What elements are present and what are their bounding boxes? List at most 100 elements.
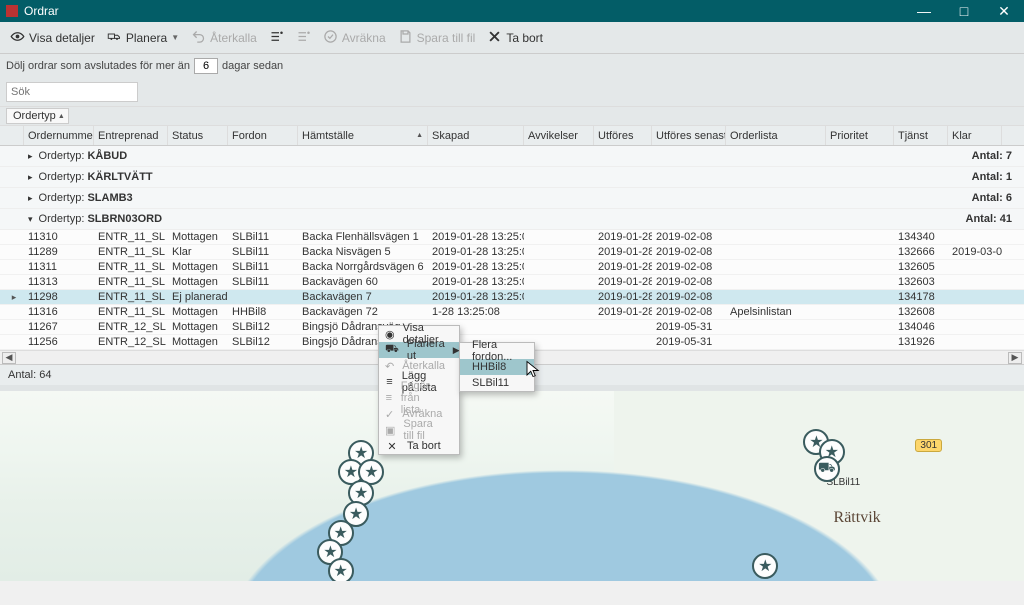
toolbar-tabort[interactable]: Ta bort [487, 29, 543, 47]
cell-status: Klar [168, 246, 228, 258]
cell-tjanst: 134340 [894, 231, 948, 243]
cell-tjanst: 132605 [894, 261, 948, 273]
cell-tjanst: 132603 [894, 276, 948, 288]
city-label: Rättvik [834, 509, 881, 527]
filter-prefix: Dölj ordrar som avslutades för mer än [6, 60, 190, 72]
group-karltvatt[interactable]: Ordertyp: KÄRLTVÄTT Antal: 1 [0, 167, 1024, 188]
chevron-down-icon: ▼ [171, 33, 179, 42]
group-kabud[interactable]: Ordertyp: KÅBUD Antal: 7 [0, 146, 1024, 167]
menu-planera-ut[interactable]: ⛟ Planera ut ▶ [379, 342, 459, 358]
col-entreprenad[interactable]: Entreprenad [94, 126, 168, 145]
filter-suffix: dagar sedan [222, 60, 283, 72]
cell-hamtstalle: Backa Flenhällsvägen 1 [298, 231, 428, 243]
cell-utfores-senast: 2019-02-08 [652, 276, 726, 288]
cell-tjanst: 134178 [894, 291, 948, 303]
main-toolbar: Visa detaljer Planera ▼ Återkalla Avräkn… [0, 22, 1024, 54]
table-row[interactable]: 11289ENTR_11_SLKlarSLBil11Backa Nisvägen… [0, 245, 1024, 260]
groupby-bar[interactable]: Ordertyp [0, 106, 1024, 126]
app-icon [6, 5, 18, 17]
close-button[interactable]: ✕ [984, 0, 1024, 22]
search-input[interactable] [6, 82, 138, 102]
submenu-hhbil8[interactable]: HHBil8 [460, 359, 534, 375]
cell-status: Mottagen [168, 321, 228, 333]
cell-hamtstalle: Backa Norrgårdsvägen 6 [298, 261, 428, 273]
table-row[interactable]: 11267ENTR_12_SLMottagenSLBil12Bingsjö Då… [0, 320, 1024, 335]
cell-utfores-senast: 2019-02-08 [652, 231, 726, 243]
group-slamb3[interactable]: Ordertyp: SLAMB3 Antal: 6 [0, 188, 1024, 209]
toolbar-label: Ta bort [506, 31, 543, 45]
map-truck-pin[interactable] [814, 456, 840, 482]
group-slbrn03ord[interactable]: Ordertyp: SLBRN03ORD Antal: 41 [0, 209, 1024, 230]
truck-icon: ⛟ [385, 343, 399, 357]
cell-utfores-senast: 2019-02-08 [652, 291, 726, 303]
cell-utfores-senast: 2019-02-08 [652, 306, 726, 318]
map-view[interactable]: 301 Rättvik SLBil11 [0, 391, 1024, 581]
col-avvikelser[interactable]: Avvikelser [524, 126, 594, 145]
cell-ordernummer: 11310 [24, 231, 94, 243]
table-row[interactable]: 11310ENTR_11_SLMottagenSLBil11Backa Flen… [0, 230, 1024, 245]
col-fordon[interactable]: Fordon [228, 126, 298, 145]
col-hamtstalle[interactable]: Hämtställe [298, 126, 428, 145]
minimize-button[interactable]: ― [904, 0, 944, 22]
check-circle-icon [323, 29, 338, 47]
cell-status: Mottagen [168, 261, 228, 273]
col-status[interactable]: Status [168, 126, 228, 145]
cell-fordon: SLBil12 [228, 321, 298, 333]
cell-tjanst: 132608 [894, 306, 948, 318]
toolbar-planera[interactable]: Planera ▼ [107, 29, 179, 47]
filter-days-input[interactable] [194, 58, 218, 74]
cell-ordernummer: 11267 [24, 321, 94, 333]
toolbar-avrakna: Avräkna [323, 29, 386, 47]
cell-klar: 2019-03-07 1 [948, 246, 1002, 258]
submenu-flera[interactable]: Flera fordon... [460, 343, 534, 359]
cell-ordernummer: 11289 [24, 246, 94, 258]
submenu-planera-ut[interactable]: Flera fordon... HHBil8 SLBil11 [459, 342, 535, 392]
cell-skapad: 2019-01-28 13:25:08 [428, 276, 524, 288]
col-ordernummer[interactable]: Ordernummer [24, 126, 94, 145]
toolbar-visa-detaljer[interactable]: Visa detaljer [10, 29, 95, 47]
toolbar-list1[interactable] [269, 29, 284, 47]
toolbar-label: Visa detaljer [29, 31, 95, 45]
table-row[interactable]: ▸11298ENTR_11_SLEj planeradBackavägen 72… [0, 290, 1024, 305]
grid-body: 11310ENTR_11_SLMottagenSLBil11Backa Flen… [0, 230, 1024, 350]
save-icon: ▣ [385, 424, 395, 437]
submenu-slbil11[interactable]: SLBil11 [460, 375, 534, 391]
cell-ordernummer: 11256 [24, 336, 94, 348]
cell-ordernummer: 11298 [24, 291, 94, 303]
check-icon: ✓ [385, 408, 394, 421]
road-badge: 301 [915, 439, 942, 452]
context-menu[interactable]: ◉ Visa detaljer ⛟ Planera ut ▶ ↶ Återkal… [378, 325, 460, 455]
cell-entreprenad: ENTR_11_SL [94, 246, 168, 258]
groupby-tag[interactable]: Ordertyp [6, 108, 69, 124]
menu-frigor: ≡ Frigör från lista [379, 390, 459, 406]
col-utfores[interactable]: Utföres [594, 126, 652, 145]
cell-hamtstalle: Backavägen 7 [298, 291, 428, 303]
cell-skapad: 2019-01-28 13:25:08 [428, 246, 524, 258]
cell-utfores: 2019-01-28 [594, 276, 652, 288]
col-klar[interactable]: Klar [948, 126, 1002, 145]
col-skapad[interactable]: Skapad [428, 126, 524, 145]
scroll-right-icon[interactable]: ▶ [1008, 352, 1022, 364]
col-utfores-senast[interactable]: Utföres senast [652, 126, 726, 145]
scroll-left-icon[interactable]: ◀ [2, 352, 16, 364]
list-remove-icon [296, 29, 311, 47]
cell-ordernummer: 11316 [24, 306, 94, 318]
table-row[interactable]: 11316ENTR_11_SLMottagenHHBil8Backavägen … [0, 305, 1024, 320]
cell-tjanst: 132666 [894, 246, 948, 258]
table-row[interactable]: 11313ENTR_11_SLMottagenSLBil11Backavägen… [0, 275, 1024, 290]
col-orderlista[interactable]: Orderlista [726, 126, 826, 145]
maximize-button[interactable]: □ [944, 0, 984, 22]
cell-utfores-senast: 2019-05-31 [652, 336, 726, 348]
map-pin[interactable] [752, 553, 778, 579]
menu-tabort[interactable]: ✕ Ta bort [379, 438, 459, 454]
col-tjanst[interactable]: Tjänst [894, 126, 948, 145]
cell-fordon: HHBil8 [228, 306, 298, 318]
table-row[interactable]: 11311ENTR_11_SLMottagenSLBil11Backa Norr… [0, 260, 1024, 275]
col-prioritet[interactable]: Prioritet [826, 126, 894, 145]
x-icon [487, 29, 502, 47]
toolbar-label: Planera [126, 31, 167, 45]
cell-entreprenad: ENTR_11_SL [94, 261, 168, 273]
titlebar: Ordrar ― □ ✕ [0, 0, 1024, 22]
map-pin[interactable] [328, 558, 354, 581]
cell-skapad: 1-28 13:25:08 [428, 306, 524, 318]
